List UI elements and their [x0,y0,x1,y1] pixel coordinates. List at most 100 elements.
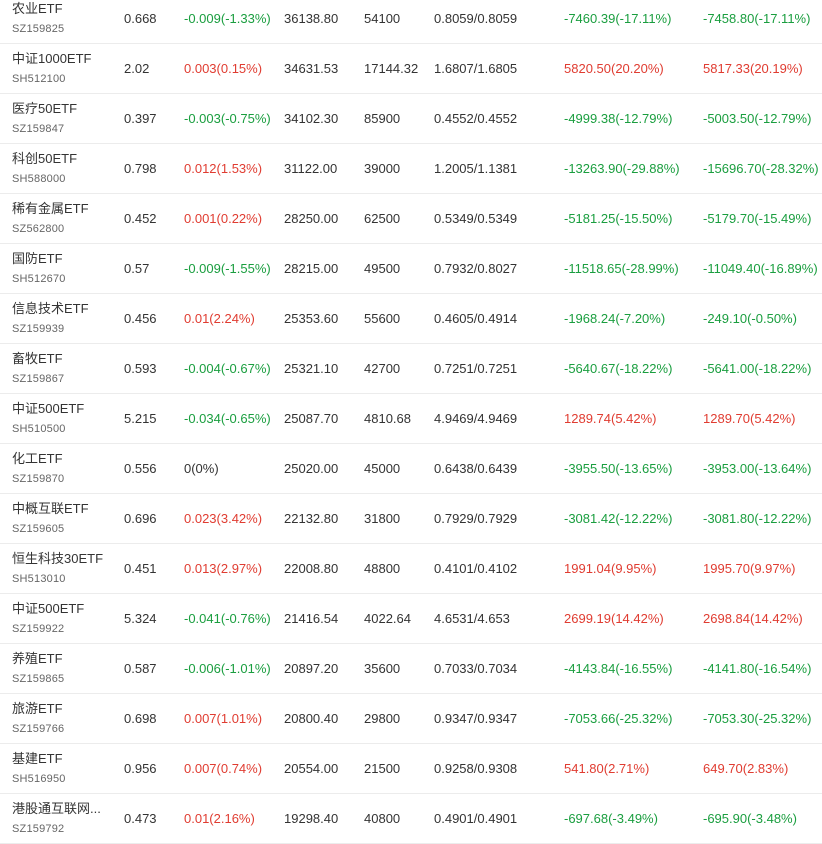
premium-cell-primary: 2699.19(14.42%) [564,611,664,626]
table-row[interactable]: 国防ETF SH512670 0.57 -0.009(-1.55%) 28215.00 4… [0,244,822,294]
premium-cell-primary: -3955.50(-13.65%) [564,461,673,476]
fund-name[interactable]: 基建ETF [12,750,63,768]
fund-name-cell[interactable]: 中证500ETF SZ159922 [12,594,112,644]
nav-cell: 0.7251/0.7251 [434,361,518,376]
volume-cell: 21416.54 [284,611,339,626]
premium-cell-primary: 5820.50(20.20%) [564,61,664,76]
fund-name-cell[interactable]: 农业ETF SZ159825 [12,0,112,44]
fund-name[interactable]: 养殖ETF [12,650,63,668]
fund-code: SH512100 [12,73,66,85]
fund-name[interactable]: 稀有金属ETF [12,200,89,218]
premium-cell-primary: -4999.38(-12.79%) [564,111,673,126]
table-row[interactable]: 科创50ETF SH588000 0.798 0.012(1.53%) 31122.00… [0,144,822,194]
fund-name[interactable]: 化工ETF [12,450,63,468]
table-row[interactable]: 港股通互联网... SZ159792 0.473 0.01(2.16%) 19298.4… [0,794,822,844]
fund-name-cell[interactable]: 中概互联ETF SZ159605 [12,494,112,544]
change-cell: -0.009(-1.33%) [184,11,271,26]
fund-name[interactable]: 畜牧ETF [12,350,63,368]
price-cell: 0.696 [124,511,157,526]
fund-code: SH516950 [12,773,66,785]
price-cell: 0.451 [124,561,157,576]
price-cell: 0.556 [124,461,157,476]
fund-name-cell[interactable]: 基建ETF SH516950 [12,744,112,794]
change-cell: 0.01(2.16%) [184,811,255,826]
fund-name[interactable]: 旅游ETF [12,700,63,718]
premium-cell-primary: -5181.25(-15.50%) [564,211,673,226]
shares-cell: 39000 [364,161,401,176]
volume-cell: 34102.30 [284,111,339,126]
nav-cell: 0.8059/0.8059 [434,11,518,26]
fund-name[interactable]: 信息技术ETF [12,300,89,318]
fund-name-cell[interactable]: 港股通互联网... SZ159792 [12,794,112,844]
volume-cell: 25353.60 [284,311,339,326]
fund-code: SZ562800 [12,223,65,235]
table-row[interactable]: 稀有金属ETF SZ562800 0.452 0.001(0.22%) 28250.00… [0,194,822,244]
table-row[interactable]: 中证500ETF SZ159922 5.324 -0.041(-0.76%) 21416… [0,594,822,644]
shares-cell: 85900 [364,111,401,126]
table-row[interactable]: 恒生科技30ETF SH513010 0.451 0.013(2.97%) 22008.… [0,544,822,594]
fund-name-cell[interactable]: 养殖ETF SZ159865 [12,644,112,694]
change-cell: 0.013(2.97%) [184,561,263,576]
table-row[interactable]: 信息技术ETF SZ159939 0.456 0.01(2.24%) 25353.60 5… [0,294,822,344]
fund-name[interactable]: 国防ETF [12,250,63,268]
change-cell: 0.007(1.01%) [184,711,263,726]
change-cell: 0.01(2.24%) [184,311,255,326]
fund-code: SZ159865 [12,673,65,685]
shares-cell: 17144.32 [364,61,419,76]
shares-cell: 55600 [364,311,401,326]
volume-cell: 19298.40 [284,811,339,826]
price-cell: 0.698 [124,711,157,726]
fund-name[interactable]: 科创50ETF [12,150,77,168]
fund-name-cell[interactable]: 信息技术ETF SZ159939 [12,294,112,344]
table-row[interactable]: 中证1000ETF SH512100 2.02 0.003(0.15%) 34631.5… [0,44,822,94]
fund-name-cell[interactable]: 中证1000ETF SH512100 [12,44,112,94]
table-row[interactable]: 基建ETF SH516950 0.956 0.007(0.74%) 20554.00 21… [0,744,822,794]
table-row[interactable]: 化工ETF SZ159870 0.556 0(0%) 25020.00 45000 0.64… [0,444,822,494]
premium-cell-secondary: 649.70(2.83%) [703,761,789,776]
fund-name[interactable]: 港股通互联网... [12,800,101,818]
fund-name[interactable]: 恒生科技30ETF [12,550,103,568]
table-row[interactable]: 中证500ETF SH510500 5.215 -0.034(-0.65%) 25087… [0,394,822,444]
table-row[interactable]: 中概互联ETF SZ159605 0.696 0.023(3.42%) 22132.80… [0,494,822,544]
fund-name[interactable]: 中证500ETF [12,400,84,418]
fund-name[interactable]: 农业ETF [12,0,63,18]
fund-name-cell[interactable]: 医疗50ETF SZ159847 [12,94,112,144]
fund-name[interactable]: 中证500ETF [12,600,84,618]
table-row[interactable]: 旅游ETF SZ159766 0.698 0.007(1.01%) 20800.40 29… [0,694,822,744]
premium-cell-primary: -3081.42(-12.22%) [564,511,673,526]
table-row[interactable]: 养殖ETF SZ159865 0.587 -0.006(-1.01%) 20897.20… [0,644,822,694]
volume-cell: 28215.00 [284,261,339,276]
fund-name-cell[interactable]: 国防ETF SH512670 [12,244,112,294]
volume-cell: 36138.80 [284,11,339,26]
fund-code: SZ159766 [12,723,65,735]
fund-name-cell[interactable]: 科创50ETF SH588000 [12,144,112,194]
fund-name-cell[interactable]: 中证500ETF SH510500 [12,394,112,444]
volume-cell: 31122.00 [284,161,338,176]
nav-cell: 0.6438/0.6439 [434,461,518,476]
table-row[interactable]: 医疗50ETF SZ159847 0.397 -0.003(-0.75%) 34102.… [0,94,822,144]
volume-cell: 22132.80 [284,511,339,526]
fund-name-cell[interactable]: 旅游ETF SZ159766 [12,694,112,744]
fund-name-cell[interactable]: 稀有金属ETF SZ562800 [12,194,112,244]
volume-cell: 20800.40 [284,711,339,726]
fund-name-cell[interactable]: 畜牧ETF SZ159867 [12,344,112,394]
fund-name-cell[interactable]: 化工ETF SZ159870 [12,444,112,494]
premium-cell-secondary: 5817.33(20.19%) [703,61,803,76]
fund-name[interactable]: 中概互联ETF [12,500,89,518]
volume-cell: 25321.10 [284,361,339,376]
fund-name[interactable]: 中证1000ETF [12,50,91,68]
nav-cell: 0.4101/0.4102 [434,561,518,576]
nav-cell: 4.6531/4.653 [434,611,510,626]
fund-name[interactable]: 医疗50ETF [12,100,77,118]
nav-cell: 0.7932/0.8027 [434,261,518,276]
nav-cell: 0.4552/0.4552 [434,111,518,126]
table-row[interactable]: 农业ETF SZ159825 0.668 -0.009(-1.33%) 36138.80… [0,0,822,44]
volume-cell: 22008.80 [284,561,339,576]
fund-name-cell[interactable]: 恒生科技30ETF SH513010 [12,544,112,594]
table-row[interactable]: 畜牧ETF SZ159867 0.593 -0.004(-0.67%) 25321.10… [0,344,822,394]
premium-cell-secondary: -695.90(-3.48%) [703,811,797,826]
premium-cell-secondary: -249.10(-0.50%) [703,311,797,326]
premium-cell-secondary: 1289.70(5.42%) [703,411,796,426]
shares-cell: 40800 [364,811,401,826]
shares-cell: 62500 [364,211,401,226]
